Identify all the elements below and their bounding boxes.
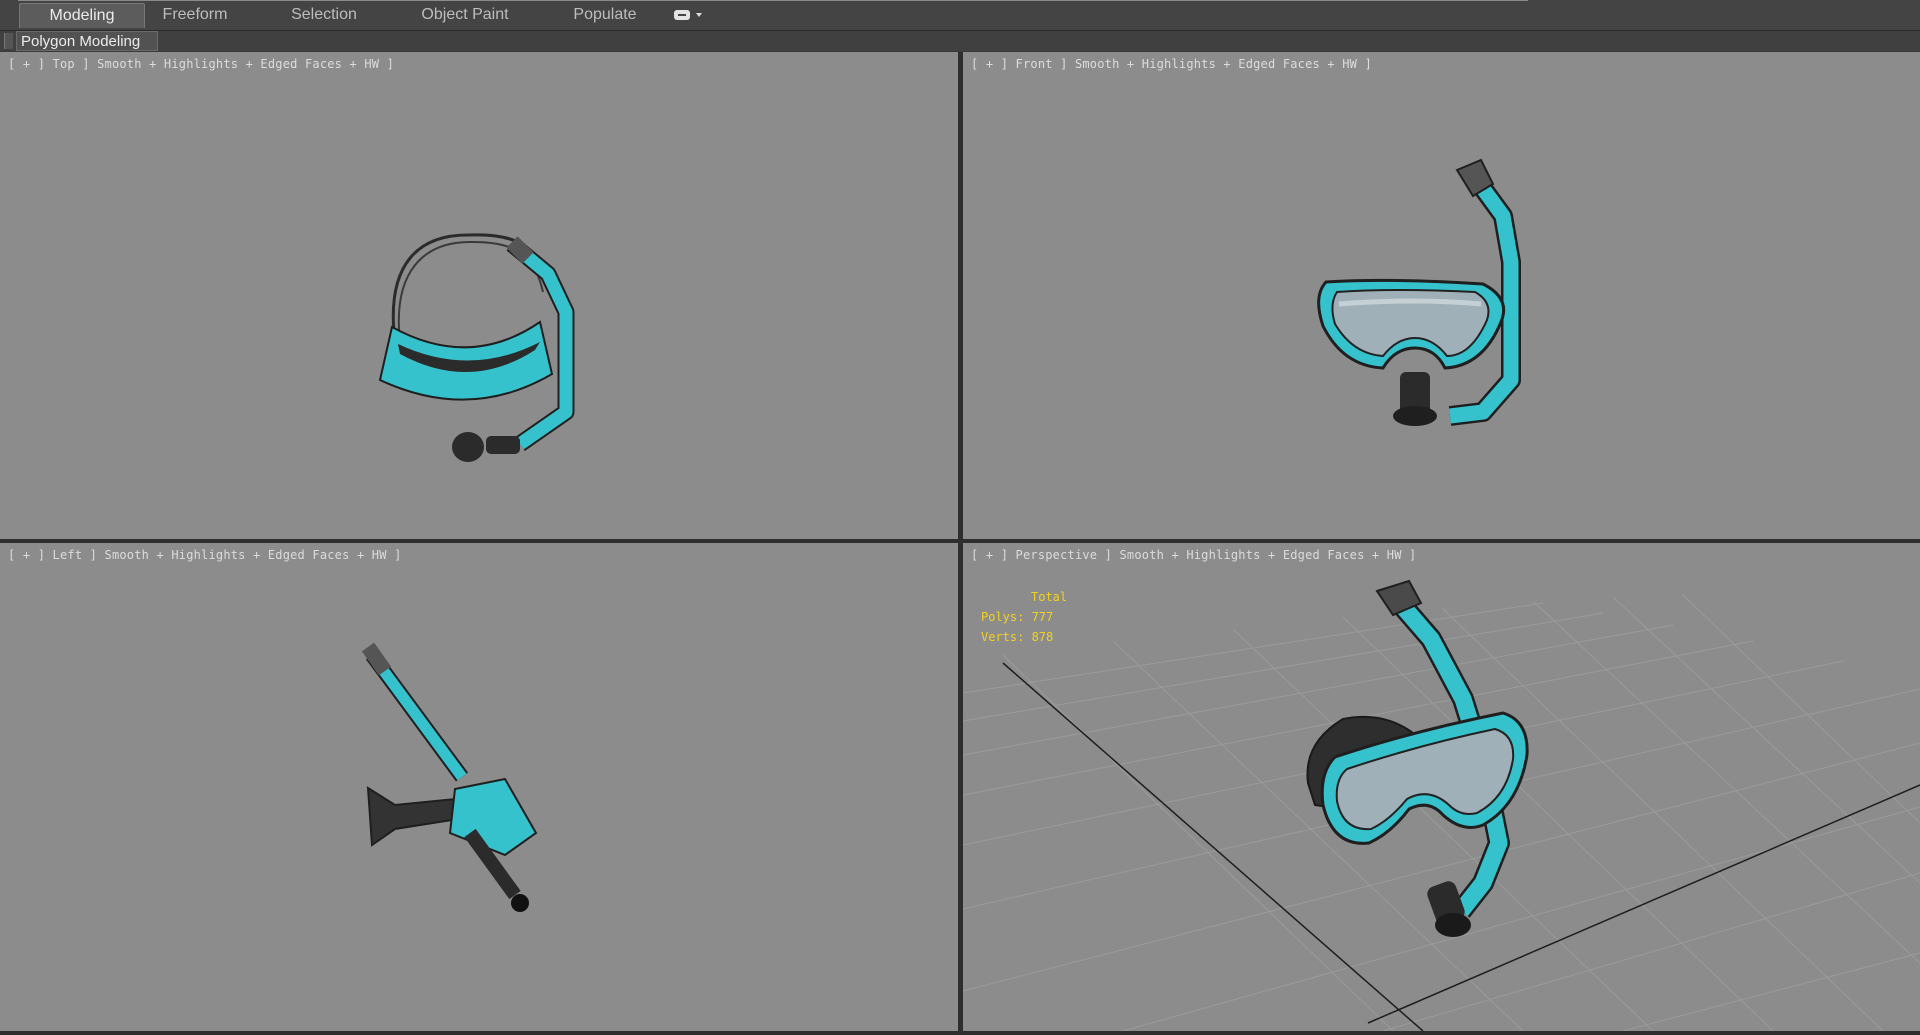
viewport-front[interactable]: [ + ] Front ] Smooth + Highlights + Edge…	[963, 52, 1920, 539]
viewport-layout: [ + ] Top ] Smooth + Highlights + Edged …	[0, 52, 1920, 1035]
tab-modeling[interactable]: Modeling	[19, 3, 145, 28]
chevron-down-icon	[696, 13, 702, 17]
ribbon-tab-bar: Modeling Freeform Selection Object Paint…	[0, 0, 1920, 31]
perspective-scene	[963, 579, 1920, 1031]
polygon-modeling-panel-button[interactable]: Polygon Modeling	[16, 31, 158, 51]
ribbon-minimize-toggle[interactable]	[674, 8, 708, 22]
viewport-top[interactable]: [ + ] Top ] Smooth + Highlights + Edged …	[0, 52, 958, 539]
tab-populate[interactable]: Populate	[560, 3, 650, 27]
snorkel-model-left-view	[361, 642, 538, 912]
snorkel-model-top-view	[378, 233, 575, 462]
ribbon-panel-bar: Polygon Modeling	[0, 31, 1920, 51]
viewport-left[interactable]: [ + ] Left ] Smooth + Highlights + Edged…	[0, 543, 958, 1031]
ribbon-toggle-icon	[674, 10, 690, 20]
viewport-perspective[interactable]: [ + ] Perspective ] Smooth + Highlights …	[963, 543, 1920, 1031]
ribbon-top-divider	[18, 0, 1528, 1]
tab-object-paint[interactable]: Object Paint	[410, 3, 520, 27]
panel-grip-handle[interactable]	[4, 33, 13, 49]
snorkel-model-front-view	[1317, 158, 1521, 426]
tab-freeform[interactable]: Freeform	[145, 3, 245, 27]
tab-selection[interactable]: Selection	[278, 3, 370, 27]
